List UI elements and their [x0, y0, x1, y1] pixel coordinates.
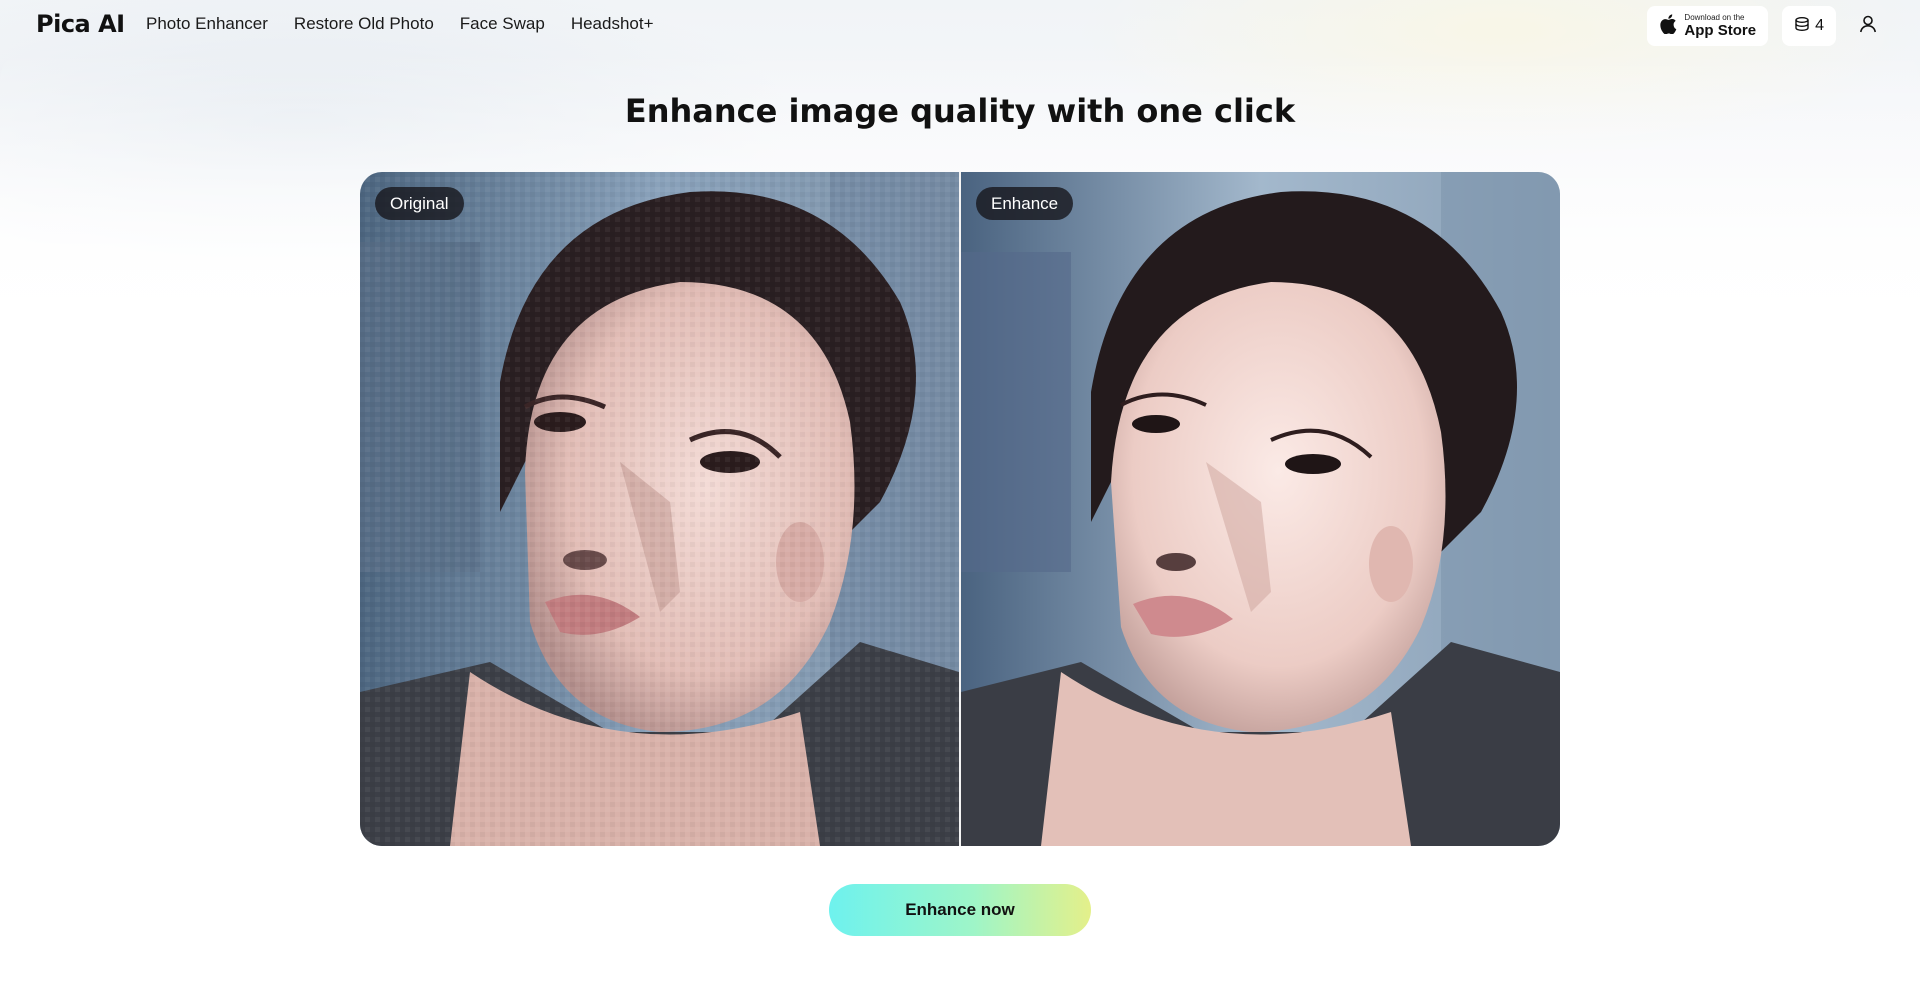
nav-link-restore-old-photo[interactable]: Restore Old Photo [294, 14, 434, 34]
original-photo [360, 172, 959, 846]
app-store-text: Download on the App Store [1684, 13, 1757, 39]
before-after-comparison[interactable]: Original Enhance [360, 172, 1560, 846]
nav-link-headshot[interactable]: Headshot+ [571, 14, 654, 34]
app-store-button[interactable]: Download on the App Store [1647, 6, 1769, 46]
nav-links: Photo Enhancer Restore Old Photo Face Sw… [146, 14, 654, 34]
nav-link-photo-enhancer[interactable]: Photo Enhancer [146, 14, 268, 34]
apple-icon [1659, 13, 1677, 39]
page-title: Enhance image quality with one click [624, 92, 1296, 130]
enhance-now-button[interactable]: Enhance now [829, 884, 1091, 936]
enhanced-label: Enhance [976, 187, 1074, 220]
user-icon [1859, 15, 1877, 38]
original-image-panel: Original [360, 172, 959, 846]
top-nav: Pica AI Photo Enhancer Restore Old Photo… [0, 0, 1920, 52]
app-store-big-text: App Store [1684, 22, 1757, 39]
user-account-button[interactable] [1850, 6, 1886, 46]
nav-link-face-swap[interactable]: Face Swap [460, 14, 545, 34]
brand-logo[interactable]: Pica AI [36, 10, 125, 38]
credits-button[interactable]: 4 [1782, 6, 1836, 46]
enhanced-image-panel: Enhance [961, 172, 1560, 846]
original-label: Original [375, 187, 464, 220]
brand-name: Pica AI [36, 10, 125, 38]
nav-right: Download on the App Store 4 [1647, 6, 1886, 46]
page: Pica AI Photo Enhancer Restore Old Photo… [0, 0, 1920, 1004]
enhanced-photo [961, 172, 1560, 846]
app-store-small-text: Download on the [1684, 13, 1745, 22]
credits-count: 4 [1815, 17, 1824, 34]
coins-stack-icon [1794, 16, 1810, 37]
